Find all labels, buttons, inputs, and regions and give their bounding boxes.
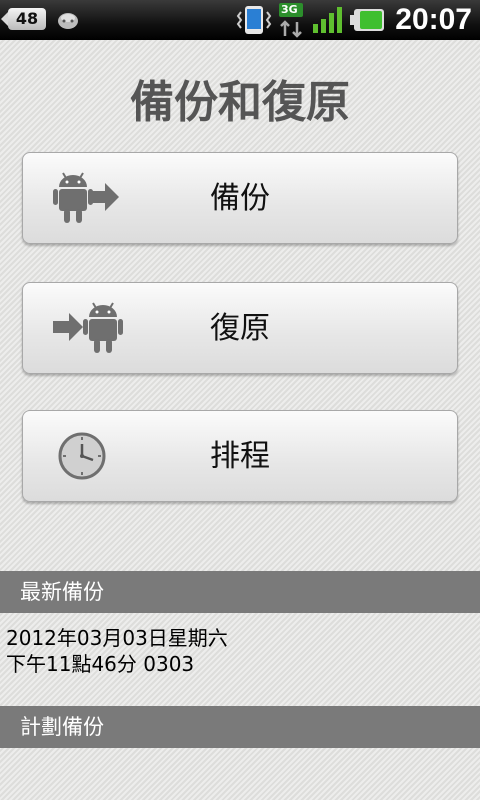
latest-backup-header: 最新備份 bbox=[0, 571, 480, 613]
latest-backup-date: 2012年03月03日星期六 bbox=[6, 626, 228, 650]
vibrate-icon bbox=[236, 4, 272, 40]
network-type-label: 3G bbox=[281, 3, 298, 16]
notification-count-badge[interactable]: 48 bbox=[1, 8, 46, 30]
backup-button-label: 備份 bbox=[210, 181, 270, 216]
latest-backup-detail: 下午11點46分 0303 bbox=[6, 652, 195, 676]
schedule-button[interactable]: 排程 bbox=[22, 410, 458, 502]
scheduled-backup-header: 計劃備份 bbox=[0, 706, 480, 748]
backup-button[interactable]: 備份 bbox=[22, 152, 458, 244]
notification-app-icon[interactable] bbox=[56, 8, 80, 36]
schedule-button-label: 排程 bbox=[210, 439, 270, 474]
network-3g-icon: 3G bbox=[278, 2, 306, 42]
signal-strength-icon bbox=[312, 6, 344, 38]
restore-button[interactable]: 復原 bbox=[22, 282, 458, 374]
status-clock: 20:07 bbox=[395, 3, 472, 36]
page-title: 備份和復原 bbox=[130, 77, 350, 128]
status-bar: 48 3G 20:07 bbox=[0, 0, 480, 40]
battery-icon bbox=[350, 8, 386, 36]
restore-button-label: 復原 bbox=[210, 311, 270, 346]
